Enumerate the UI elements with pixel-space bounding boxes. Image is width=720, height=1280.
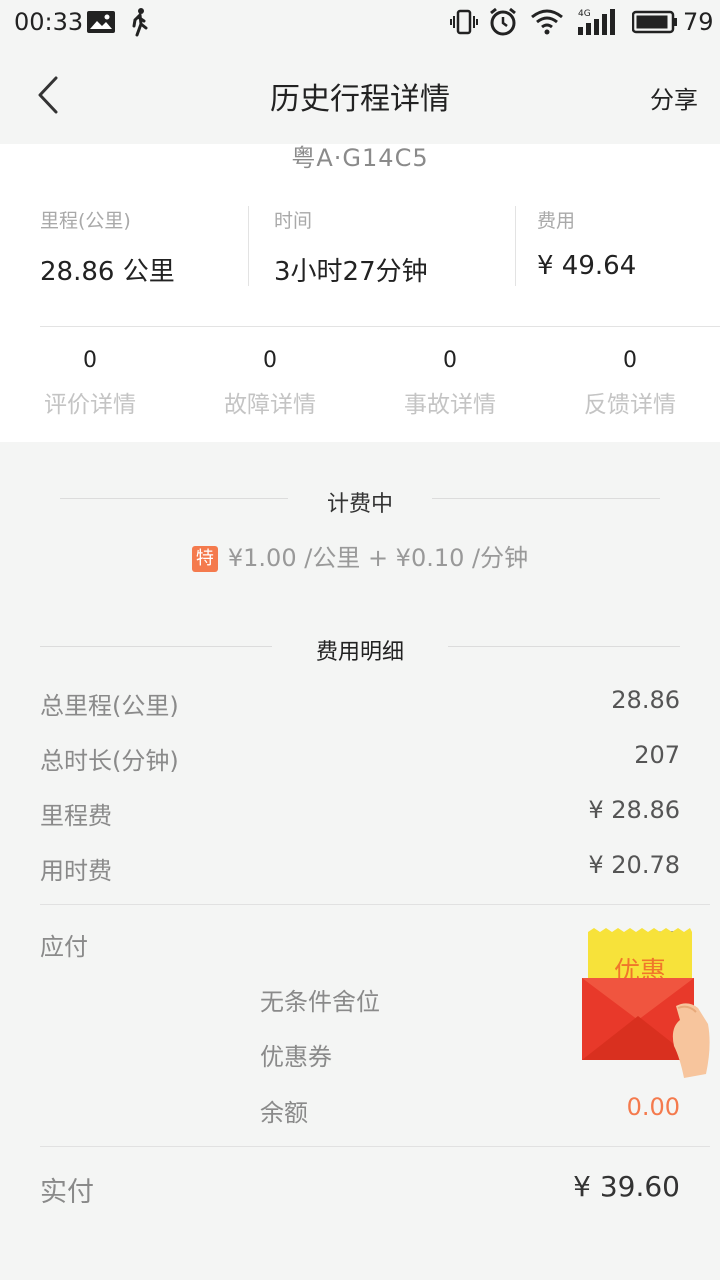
page-title: 历史行程详情 — [270, 82, 450, 117]
divider — [248, 206, 249, 286]
svg-text:4G: 4G — [578, 9, 591, 19]
status-time: 00:33 — [14, 8, 84, 36]
detail-count: 0 — [443, 348, 457, 373]
fee-value: 0.00 — [626, 1093, 680, 1121]
divider — [40, 326, 720, 327]
special-price-badge: 特 — [191, 546, 218, 572]
stat-cost: 费用 ¥ 49.64 — [537, 206, 636, 286]
fee-row-time-fee: 用时费 ¥ 20.78 — [40, 851, 680, 885]
fee-label: 无条件舍位 — [260, 988, 380, 1016]
rate-text: ¥1.00 /公里 + ¥0.10 /分钟 — [227, 544, 529, 572]
gallery-icon — [86, 0, 116, 44]
fee-label: 用时费 — [40, 857, 112, 885]
fee-value: ¥ 28.86 — [588, 796, 680, 824]
battery-icon — [632, 0, 678, 44]
stat-label: 里程(公里) — [40, 210, 131, 232]
detail-count: 0 — [83, 348, 97, 373]
divider — [40, 1146, 710, 1147]
fee-value: ¥ 20.78 — [588, 851, 680, 879]
rating-detail-button[interactable]: 0 评价详情 — [0, 348, 180, 419]
battery-percent: 79 — [683, 8, 714, 36]
divider — [515, 206, 516, 286]
fee-label: 优惠券 — [260, 1043, 332, 1071]
fee-label: 总里程(公里) — [40, 692, 179, 720]
share-button[interactable]: 分享 — [650, 80, 698, 115]
trip-summary-card: 粤A·G14C5 里程(公里) 28.86 公里 时间 3小时27分钟 费用 ¥… — [0, 144, 720, 442]
stat-distance: 里程(公里) 28.86 公里 — [40, 206, 175, 287]
fault-detail-button[interactable]: 0 故障详情 — [180, 348, 360, 419]
rate-info: 特 ¥1.00 /公里 + ¥0.10 /分钟 — [0, 538, 720, 573]
stat-value: 3小时27分钟 — [274, 257, 428, 287]
fee-value: 207 — [634, 741, 680, 769]
red-envelope-icon: 优惠 — [582, 928, 710, 1078]
walking-icon — [126, 0, 152, 44]
fee-row-total-distance: 总里程(公里) 28.86 — [40, 686, 680, 720]
detail-label: 评价详情 — [44, 392, 136, 418]
fee-row-total-duration: 总时长(分钟) 207 — [40, 741, 680, 775]
accident-detail-button[interactable]: 0 事故详情 — [360, 348, 540, 419]
detail-label: 反馈详情 — [584, 392, 676, 418]
wifi-icon — [530, 0, 564, 44]
fee-label: 实付 — [40, 1177, 94, 1208]
stat-label: 时间 — [274, 210, 313, 232]
signal-icon: 4G — [576, 0, 616, 44]
divider — [448, 646, 680, 647]
fee-row-actual-paid: 实付 ¥ 39.60 — [40, 1170, 680, 1210]
fee-row-balance: 余额 0.00 — [40, 1093, 680, 1127]
stat-value: ¥ 49.64 — [537, 251, 637, 281]
stat-value: 28.86 公里 — [40, 257, 175, 287]
stat-time: 时间 3小时27分钟 — [274, 206, 428, 287]
coupon-floating-button[interactable]: 优惠 — [580, 928, 712, 1078]
fee-value: 28.86 — [611, 686, 680, 714]
app-bar: 历史行程详情 分享 — [0, 44, 720, 144]
detail-count: 0 — [263, 348, 277, 373]
fee-section-header: 费用明细 — [0, 634, 720, 665]
fee-label: 余额 — [260, 1099, 308, 1127]
vibrate-icon — [450, 0, 478, 44]
fee-label: 应付 — [40, 933, 88, 961]
detail-label: 事故详情 — [404, 392, 496, 418]
divider — [432, 498, 660, 499]
license-plate: 粤A·G14C5 — [291, 144, 429, 172]
feedback-detail-button[interactable]: 0 反馈详情 — [540, 348, 720, 419]
billing-status: 计费中 — [326, 492, 393, 517]
fee-value: ¥ 39.60 — [573, 1170, 680, 1203]
alarm-icon — [488, 0, 518, 44]
detail-label: 故障详情 — [224, 392, 316, 418]
billing-section-header: 计费中 — [0, 486, 720, 517]
fee-row-distance-fee: 里程费 ¥ 28.86 — [40, 796, 680, 830]
detail-count: 0 — [623, 348, 637, 373]
fee-title: 费用明细 — [315, 640, 404, 665]
status-bar: 00:33 4G 79 — [0, 0, 720, 44]
fee-label: 里程费 — [40, 802, 112, 830]
stat-label: 费用 — [537, 210, 576, 232]
divider — [40, 904, 710, 905]
fee-label: 总时长(分钟) — [40, 747, 179, 775]
